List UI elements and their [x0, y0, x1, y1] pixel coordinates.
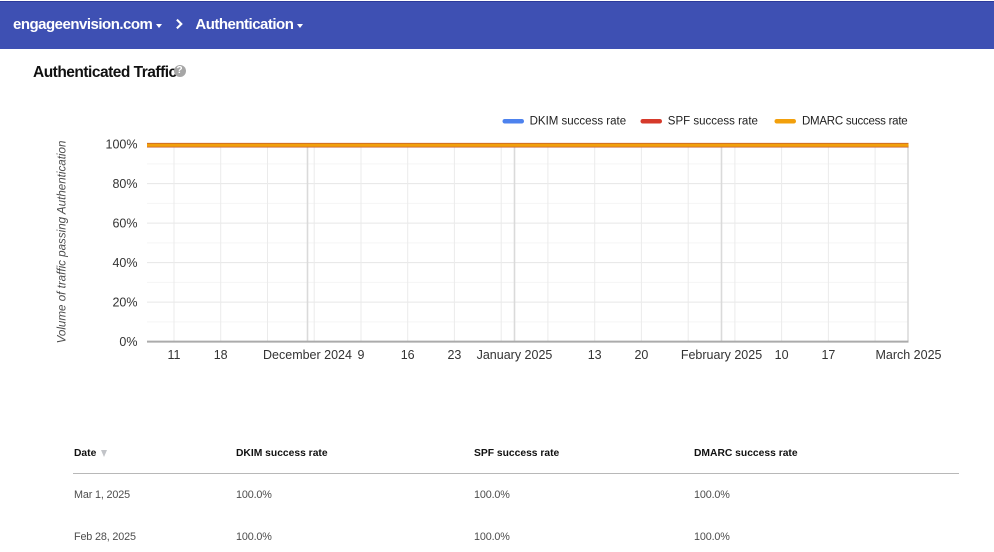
svg-text:20: 20: [634, 348, 648, 362]
svg-text:16: 16: [401, 348, 415, 362]
svg-text:60%: 60%: [112, 217, 137, 231]
svg-text:9: 9: [358, 348, 365, 362]
svg-text:23: 23: [447, 348, 461, 362]
svg-text:10: 10: [775, 348, 789, 362]
svg-text:20%: 20%: [112, 296, 137, 310]
svg-text:0%: 0%: [119, 335, 137, 349]
svg-text:DKIM success rate: DKIM success rate: [530, 115, 627, 127]
svg-text:18: 18: [214, 348, 228, 362]
svg-text:December 2024: December 2024: [263, 348, 352, 362]
svg-text:February 2025: February 2025: [681, 348, 762, 362]
svg-text:11: 11: [168, 348, 181, 362]
svg-text:January 2025: January 2025: [477, 348, 553, 362]
svg-text:40%: 40%: [112, 256, 137, 270]
svg-text:March 2025: March 2025: [875, 348, 941, 362]
svg-text:DMARC success rate: DMARC success rate: [802, 115, 907, 127]
svg-text:17: 17: [821, 348, 835, 362]
svg-text:13: 13: [588, 348, 602, 362]
svg-text:SPF success rate: SPF success rate: [668, 115, 758, 127]
svg-text:100%: 100%: [106, 138, 138, 152]
svg-text:Volume of traffic passing Auth: Volume of traffic passing Authentication: [56, 141, 69, 344]
svg-text:80%: 80%: [112, 177, 137, 191]
